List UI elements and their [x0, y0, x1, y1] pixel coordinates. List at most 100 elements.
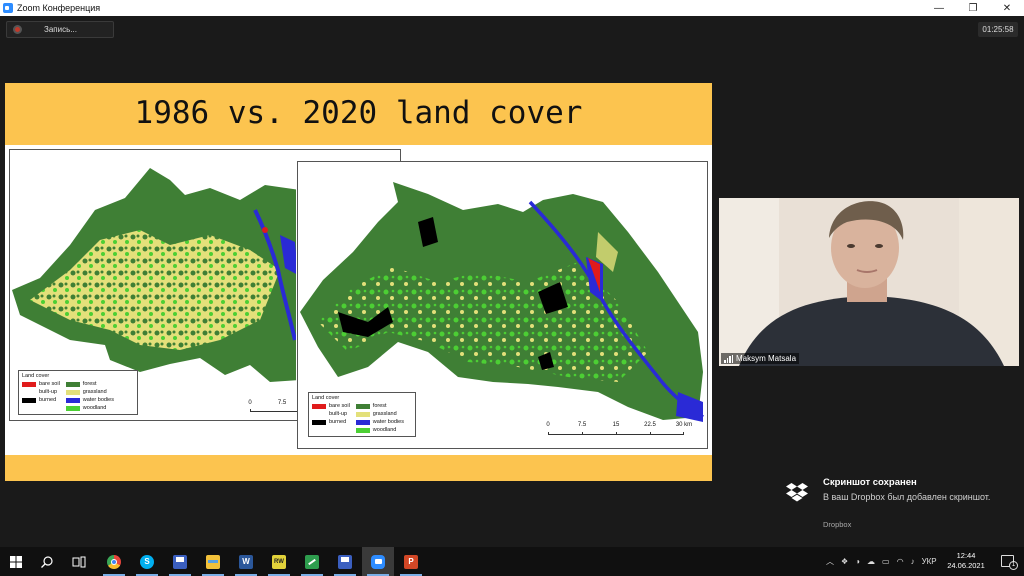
legend-swatch: [355, 411, 370, 417]
taskbar-word[interactable]: W: [230, 547, 262, 576]
zoom-app-icon: [3, 3, 13, 13]
close-button[interactable]: ✕: [990, 0, 1024, 16]
taskbar-green-app[interactable]: [296, 547, 328, 576]
notification-count: 1: [1009, 561, 1018, 570]
scale-label: 15: [612, 422, 620, 428]
legend-item: bare soil: [22, 380, 60, 388]
legend-swatch: [312, 411, 326, 417]
slide-content: Land cover bare soil built-up burned for…: [5, 145, 712, 455]
legend-swatch: [65, 381, 80, 387]
legend-item: built-up: [22, 388, 60, 396]
recording-indicator[interactable]: Запись...: [6, 21, 114, 38]
green-app-icon: [305, 554, 319, 569]
notification-center-icon[interactable]: 1: [1001, 555, 1018, 570]
taskbar-powerpoint[interactable]: P: [395, 547, 427, 576]
scale-label: 22.5: [644, 422, 656, 428]
legend-swatch: [312, 419, 326, 425]
minimize-button[interactable]: —: [922, 0, 956, 16]
restore-button[interactable]: ❐: [956, 0, 990, 16]
search-button[interactable]: [32, 547, 62, 576]
meeting-area: Запись... 01:25:58 1986 vs. 2020 land co…: [0, 16, 1024, 547]
tray-app-icon[interactable]: ◑: [855, 557, 860, 566]
legend-item: bare soil: [312, 402, 350, 410]
tray-dropbox-icon[interactable]: ❖: [841, 557, 848, 566]
taskbar-save-app[interactable]: [164, 547, 196, 576]
legend-item: grassland: [355, 410, 404, 418]
taskbar-zoom[interactable]: [362, 547, 394, 576]
legend-item: water bodies: [355, 418, 404, 426]
legend-title: Land cover: [22, 373, 50, 379]
system-tray: ︿ ❖ ◑ ☁ ▭ ◠ ♪ УКР: [826, 547, 937, 576]
legend-1986: Land cover bare soil built-up burned for…: [18, 370, 138, 415]
taskbar-yellow-app[interactable]: RW: [263, 547, 295, 576]
search-icon: [41, 555, 53, 568]
powerpoint-icon: P: [404, 554, 418, 569]
scale-label: 7.5: [277, 400, 287, 406]
legend-swatch: [65, 405, 80, 411]
task-view-icon: [72, 556, 86, 567]
save-app-icon: [173, 554, 187, 569]
participant-video[interactable]: Maksym Matsala: [719, 198, 1019, 366]
legend-swatch: [355, 427, 370, 433]
skype-icon: S: [140, 554, 154, 569]
taskbar-file-explorer[interactable]: [197, 547, 229, 576]
legend-swatch: [65, 389, 80, 395]
yellow-app-icon: RW: [272, 554, 286, 569]
tray-expand-icon[interactable]: ︿: [826, 556, 834, 567]
clock-date: 24.06.2021: [947, 561, 985, 570]
notification-message: В ваш Dropbox был добавлен скриншот.: [823, 492, 991, 502]
participant-name: Maksym Matsala: [736, 354, 797, 363]
legend-item: burned: [22, 396, 60, 404]
scale-label: 0: [546, 422, 550, 428]
shared-slide: 1986 vs. 2020 land cover Land cover bare…: [5, 83, 712, 481]
legend-item: woodland: [65, 404, 114, 412]
tray-battery-icon[interactable]: ▭: [882, 557, 890, 566]
task-view-button[interactable]: [62, 547, 96, 576]
legend-item: burned: [312, 418, 350, 426]
scale-bar-2020: 0 7.5 15 22.5 30 km: [544, 422, 694, 444]
scale-label: 0: [248, 400, 252, 406]
tray-volume-icon[interactable]: ♪: [911, 557, 915, 566]
legend-swatch: [355, 419, 370, 425]
tray-wifi-icon[interactable]: ◠: [897, 557, 904, 566]
chrome-icon: [107, 554, 121, 569]
start-button[interactable]: [0, 547, 32, 576]
dropbox-notification[interactable]: Скриншот сохранен В ваш Dropbox был доба…: [784, 474, 1014, 544]
save-app-2-icon: [338, 554, 352, 569]
scale-label: 7.5: [577, 422, 587, 428]
legend-swatch: [312, 403, 326, 409]
notification-title: Скриншот сохранен: [823, 477, 917, 488]
dropbox-icon: [786, 483, 808, 502]
zoom-window: Zoom Конференция — ❐ ✕ Запись... 01:25:5…: [0, 0, 1024, 576]
participant-image: [719, 198, 1019, 366]
tray-onedrive-icon[interactable]: ☁: [867, 557, 875, 566]
recording-label: Запись...: [44, 25, 77, 34]
slide-title: 1986 vs. 2020 land cover: [134, 95, 583, 131]
legend-item: grassland: [65, 388, 114, 396]
word-icon: W: [239, 554, 253, 569]
windows-logo-icon: [10, 555, 22, 568]
window-title: Zoom Конференция: [17, 3, 101, 13]
signal-icon: [724, 354, 733, 363]
legend-swatch: [22, 397, 36, 403]
language-indicator[interactable]: УКР: [922, 557, 937, 566]
legend-item: water bodies: [65, 396, 114, 404]
legend-title: Land cover: [312, 395, 340, 401]
participant-name-tag: Maksym Matsala: [721, 353, 800, 364]
zoom-icon: [371, 554, 385, 569]
legend-item: forest: [65, 380, 114, 388]
taskbar-skype[interactable]: S: [131, 547, 163, 576]
taskbar-save-app-2[interactable]: [329, 547, 361, 576]
legend-swatch: [22, 381, 36, 387]
notification-source: Dropbox: [823, 520, 852, 529]
legend-2020: Land cover bare soil built-up burned for…: [308, 392, 416, 437]
scale-label: 30 km: [675, 422, 693, 428]
windows-taskbar: S W RW P ︿ ❖ ◑ ☁ ▭ ◠ ♪ УКР 12:44 24.06.2…: [0, 547, 1024, 576]
record-icon: [13, 25, 22, 34]
taskbar-clock[interactable]: 12:44 24.06.2021: [941, 551, 991, 571]
file-explorer-icon: [206, 554, 220, 569]
legend-swatch: [65, 397, 80, 403]
legend-item: woodland: [355, 426, 404, 434]
taskbar-chrome[interactable]: [98, 547, 130, 576]
meeting-timer: 01:25:58: [978, 22, 1018, 37]
